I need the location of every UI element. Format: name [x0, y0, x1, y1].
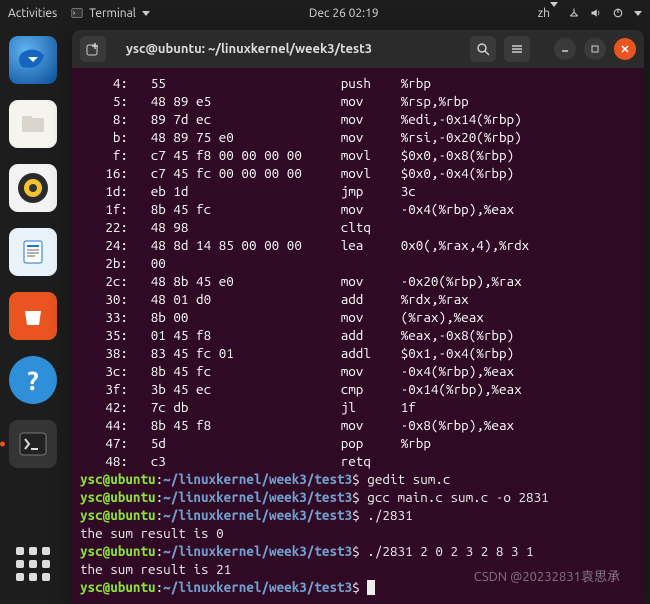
- dock-rhythmbox[interactable]: [9, 164, 57, 212]
- asm-line: 30: 48 01 d0 add %rdx,%rax: [80, 290, 636, 308]
- chevron-down-icon: [634, 11, 642, 16]
- asm-line: 24: 48 8d 14 85 00 00 00 lea 0x0(,%rax,4…: [80, 236, 636, 254]
- window-title: ysc@ubuntu: ~/linuxkernel/week3/test3: [114, 42, 462, 56]
- command-line: ysc@ubuntu:~/linuxkernel/week3/test3$ ge…: [80, 470, 636, 488]
- asm-line: 1f: 8b 45 fc mov -0x4(%rbp),%eax: [80, 200, 636, 218]
- terminal-icon: [18, 431, 48, 457]
- asm-line: 3c: 8b 45 fc mov -0x4(%rbp),%eax: [80, 362, 636, 380]
- dock-writer[interactable]: [9, 228, 57, 276]
- asm-line: 33: 8b 00 mov (%rax),%eax: [80, 308, 636, 326]
- command-line: ysc@ubuntu:~/linuxkernel/week3/test3$ gc…: [80, 488, 636, 506]
- cursor: [367, 580, 375, 595]
- search-button[interactable]: [470, 36, 496, 62]
- asm-line: 22: 48 98 cltq: [80, 218, 636, 236]
- asm-line: f: c7 45 f8 00 00 00 00 movl $0x0,-0x8(%…: [80, 146, 636, 164]
- terminal-body[interactable]: 4: 55 push %rbp5: 48 89 e5 mov %rsp,%rbp…: [72, 68, 644, 604]
- dock-terminal[interactable]: [9, 420, 57, 468]
- close-button[interactable]: [614, 38, 636, 60]
- input-method-indicator[interactable]: zh: [538, 7, 558, 20]
- hamburger-icon: [510, 42, 524, 56]
- asm-line: 44: 8b 45 f8 mov -0x8(%rbp),%eax: [80, 416, 636, 434]
- terminal-icon: [71, 7, 83, 19]
- activities-button[interactable]: Activities: [8, 7, 57, 20]
- output-line: the sum result is 0: [80, 524, 636, 542]
- asm-line: 35: 01 45 f8 add %eax,-0x8(%rbp): [80, 326, 636, 344]
- show-applications[interactable]: [9, 540, 57, 588]
- new-tab-button[interactable]: [80, 36, 106, 62]
- asm-line: 2b: 00: [80, 254, 636, 272]
- asm-line: b: 48 89 75 e0 mov %rsi,-0x20(%rbp): [80, 128, 636, 146]
- asm-line: 1d: eb 1d jmp 3c: [80, 182, 636, 200]
- app-menu-label: Terminal: [89, 7, 136, 20]
- thunderbird-icon: [16, 43, 50, 77]
- command-line: ysc@ubuntu:~/linuxkernel/week3/test3$ ./…: [80, 506, 636, 524]
- dock-thunderbird[interactable]: [9, 36, 57, 84]
- shopping-bag-icon: [19, 302, 47, 330]
- chevron-down-icon: [142, 11, 150, 16]
- power-icon[interactable]: [612, 7, 624, 19]
- asm-line: 38: 83 45 fc 01 addl $0x1,-0x4(%rbp): [80, 344, 636, 362]
- asm-line: 4: 55 push %rbp: [80, 74, 636, 92]
- close-icon: [620, 44, 630, 54]
- asm-line: 2c: 48 8b 45 e0 mov -0x20(%rbp),%rax: [80, 272, 636, 290]
- clock[interactable]: Dec 26 02:19: [150, 7, 538, 20]
- prompt-line: ysc@ubuntu:~/linuxkernel/week3/test3$: [80, 578, 636, 596]
- top-bar: Activities Terminal Dec 26 02:19 zh: [0, 0, 650, 26]
- maximize-icon: [590, 44, 600, 54]
- minimize-button[interactable]: [554, 38, 576, 60]
- asm-line: 47: 5d pop %rbp: [80, 434, 636, 452]
- titlebar[interactable]: ysc@ubuntu: ~/linuxkernel/week3/test3: [72, 30, 644, 68]
- question-icon: ?: [27, 366, 38, 395]
- asm-line: 3f: 3b 45 ec cmp -0x14(%rbp),%eax: [80, 380, 636, 398]
- asm-line: 8: 89 7d ec mov %edi,-0x14(%rbp): [80, 110, 636, 128]
- network-icon[interactable]: [568, 7, 580, 19]
- command-line: ysc@ubuntu:~/linuxkernel/week3/test3$ ./…: [80, 542, 636, 560]
- volume-icon[interactable]: [590, 7, 602, 19]
- maximize-button[interactable]: [584, 38, 606, 60]
- search-icon: [476, 42, 490, 56]
- asm-line: 48: c3 retq: [80, 452, 636, 470]
- document-icon: [18, 237, 48, 267]
- dock-help[interactable]: ?: [9, 356, 57, 404]
- new-tab-icon: [86, 42, 100, 56]
- dock-files[interactable]: [9, 100, 57, 148]
- asm-line: 42: 7c db jl 1f: [80, 398, 636, 416]
- dock: ?: [0, 26, 66, 600]
- chevron-down-icon: [550, 2, 558, 20]
- asm-line: 5: 48 89 e5 mov %rsp,%rbp: [80, 92, 636, 110]
- app-menu[interactable]: Terminal: [71, 7, 150, 20]
- terminal-window: ysc@ubuntu: ~/linuxkernel/week3/test3 4:…: [72, 30, 644, 604]
- dock-software[interactable]: [9, 292, 57, 340]
- menu-button[interactable]: [504, 36, 530, 62]
- minimize-icon: [560, 44, 570, 54]
- output-line: the sum result is 21: [80, 560, 636, 578]
- asm-line: 16: c7 45 fc 00 00 00 00 movl $0x0,-0x4(…: [80, 164, 636, 182]
- folder-icon: [18, 109, 48, 139]
- speaker-icon: [15, 170, 51, 206]
